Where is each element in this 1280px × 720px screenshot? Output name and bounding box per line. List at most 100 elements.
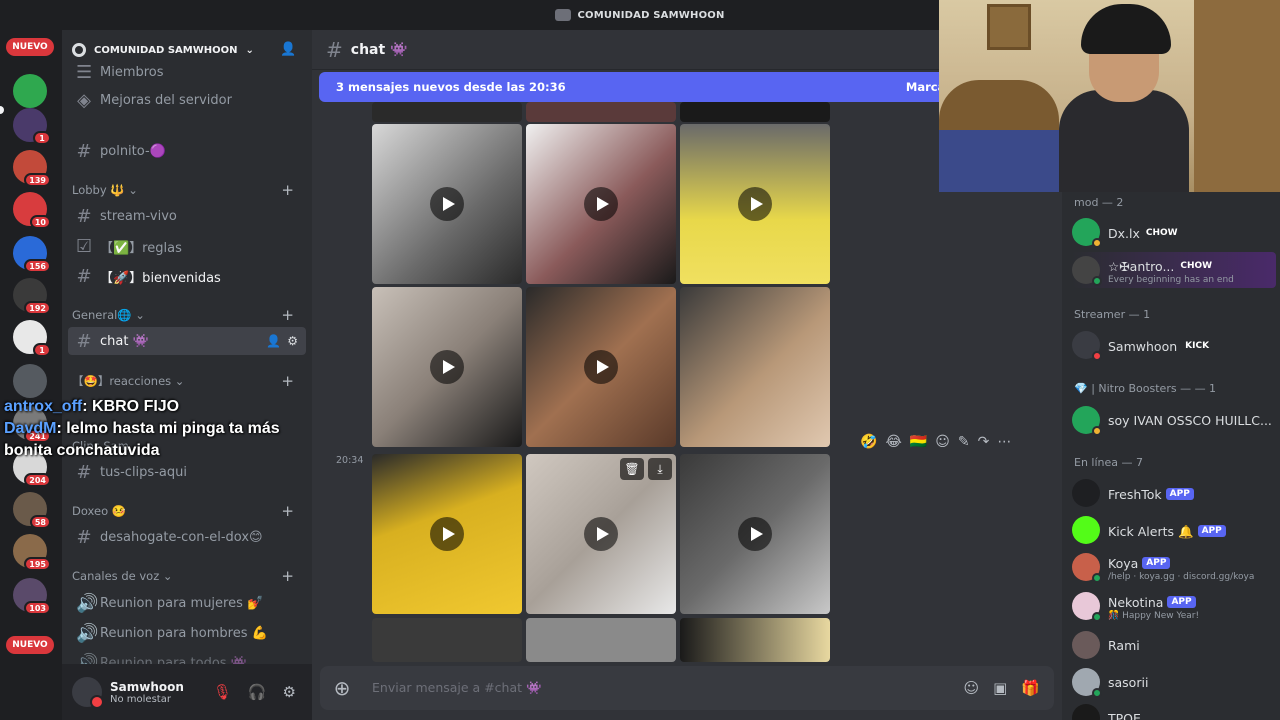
play-icon[interactable] (584, 517, 618, 551)
add-channel-icon[interactable]: + (281, 181, 294, 199)
delete-icon[interactable]: 🗑 (620, 458, 644, 480)
play-icon[interactable] (430, 517, 464, 551)
play-icon[interactable] (430, 187, 464, 221)
server-icon[interactable]: 139 (13, 150, 51, 187)
user-info[interactable]: Samwhoon No molestar (110, 680, 184, 705)
gear-icon[interactable]: ⚙ (287, 334, 298, 348)
hash-icon: # (76, 265, 92, 287)
channel-desahogate[interactable]: # desahogate-con-el-dox😊 (68, 523, 306, 551)
new-messages-bar[interactable]: 3 mensajes nuevos desde las 20:36 Marcar (319, 72, 959, 102)
category-lobby[interactable]: Lobby 🔱 ⌄ + (72, 180, 304, 200)
play-icon[interactable] (584, 350, 618, 384)
emoji-icon[interactable]: ☺ (963, 679, 979, 697)
video-attachment[interactable] (680, 287, 830, 447)
server-icon[interactable]: 156 (13, 236, 51, 273)
video-attachment[interactable] (526, 618, 676, 662)
reaction-laugh-icon[interactable]: 🤣 (860, 434, 877, 450)
video-attachment[interactable] (372, 124, 522, 284)
member-kick-alerts[interactable]: Kick Alerts 🔔 APP (1072, 512, 1276, 548)
reaction-joy-icon[interactable]: 😂 (885, 434, 901, 450)
category-label: 【🤩】reacciones (72, 374, 172, 388)
server-icon[interactable]: 1 (13, 108, 51, 145)
video-attachment[interactable] (526, 287, 676, 447)
member-antro[interactable]: ☆✠antro... CHOW Every beginning has an end (1072, 252, 1276, 288)
forward-icon[interactable]: ↷ (978, 434, 990, 450)
add-channel-icon[interactable]: + (281, 567, 294, 585)
add-member-icon[interactable]: 👤 (280, 42, 296, 58)
edit-icon[interactable]: ✎ (958, 434, 970, 450)
channel-members[interactable]: ☰ Miembros (68, 58, 306, 86)
server-icon[interactable]: 58 (13, 492, 51, 529)
play-icon[interactable] (738, 517, 772, 551)
add-reaction-icon[interactable]: ☺ (935, 434, 950, 450)
add-attachment-icon[interactable]: ⊕ (320, 676, 364, 700)
kick-tag: KICK (1185, 341, 1210, 351)
message-input[interactable]: Enviar mensaje a #chat 👾 (372, 680, 542, 696)
video-attachment[interactable] (372, 454, 522, 614)
server-icon[interactable] (13, 74, 47, 108)
add-channel-icon[interactable]: + (281, 306, 294, 324)
server-icon[interactable]: 103 (13, 578, 51, 615)
play-icon[interactable] (430, 350, 464, 384)
member-dxlx[interactable]: Dx.lx CHOW (1072, 214, 1276, 250)
add-channel-icon[interactable]: + (281, 502, 294, 520)
new-badge-bottom[interactable]: NUEVO (6, 636, 54, 654)
gift-icon[interactable]: 🎁 (1021, 679, 1040, 697)
play-icon[interactable] (738, 187, 772, 221)
channel-server-boosts[interactable]: ◈ Mejoras del servidor (68, 86, 306, 114)
member-freshtok[interactable]: FreshTok APP (1072, 475, 1276, 511)
avatar[interactable] (72, 677, 104, 709)
more-icon[interactable]: ⋯ (997, 434, 1011, 450)
member-sasorii[interactable]: sasorii (1072, 664, 1276, 700)
video-attachment[interactable] (372, 287, 522, 447)
status-dot (1092, 351, 1102, 361)
channel-tus-clips[interactable]: # tus-clips-aqui (68, 458, 306, 486)
reaction-flag-icon[interactable]: 🇧🇴 (910, 434, 927, 450)
video-attachment[interactable] (372, 618, 522, 662)
status-dot (1092, 238, 1102, 248)
channel-chat[interactable]: # chat 👾 👤 ⚙ (68, 327, 306, 355)
server-icon[interactable]: 10 (13, 192, 51, 229)
category-label: Doxeo 🤒 (72, 504, 127, 518)
video-attachment[interactable] (680, 454, 830, 614)
member-rami[interactable]: Rami (1072, 627, 1276, 663)
channel-polnito[interactable]: # polnito-🟣 (68, 137, 306, 165)
member-tpoe[interactable]: TPOE (1072, 700, 1276, 720)
new-badge-top[interactable]: NUEVO (6, 38, 54, 56)
play-icon[interactable] (584, 187, 618, 221)
video-attachment[interactable] (680, 102, 830, 122)
video-attachment[interactable] (526, 102, 676, 122)
channel-stream-vivo[interactable]: # stream-vivo (68, 202, 306, 230)
category-reacciones[interactable]: 【🤩】reacciones ⌄ + (72, 371, 304, 391)
category-general[interactable]: General🌐 ⌄ + (72, 305, 304, 325)
mic-muted-icon[interactable]: 🎙 (213, 683, 232, 701)
video-attachment[interactable] (680, 618, 830, 662)
category-voice[interactable]: Canales de voz ⌄ + (72, 566, 304, 586)
voice-channel-hombres[interactable]: 🔊 Reunion para hombres 💪 (68, 619, 306, 647)
member-nekotina[interactable]: Nekotina APP 🎊 Happy New Year! (1072, 588, 1276, 624)
add-channel-icon[interactable]: + (281, 372, 294, 390)
invite-icon[interactable]: 👤 (266, 334, 281, 348)
video-attachment[interactable] (372, 102, 522, 122)
sticker-icon[interactable]: ▣ (993, 679, 1007, 697)
channel-reglas[interactable]: ☑ 【✅】reglas (68, 232, 306, 260)
voice-channel-mujeres[interactable]: 🔊 Reunion para mujeres 💅 (68, 589, 306, 617)
video-attachment[interactable]: 🗑 ⤓ (526, 454, 676, 614)
mention-badge: 103 (24, 601, 51, 615)
message-composer: ⊕ Enviar mensaje a #chat 👾 ☺ ▣ 🎁 (320, 666, 1054, 710)
server-icon[interactable]: 192 (13, 278, 51, 315)
video-attachment[interactable] (526, 124, 676, 284)
member-samwhoon[interactable]: Samwhoon KICK (1072, 327, 1276, 363)
channel-bienvenidas[interactable]: # 【🚀】bienvenidas (68, 262, 306, 290)
gear-icon[interactable]: ⚙ (283, 683, 296, 701)
member-ivan[interactable]: soy IVAN OSSCO HUILLC... (1072, 402, 1276, 438)
headphones-icon[interactable]: 🎧 (248, 683, 267, 701)
category-doxeo[interactable]: Doxeo 🤒 + (72, 501, 304, 521)
status-dot (1092, 573, 1102, 583)
member-koya[interactable]: Koya APP/help · koya.gg · discord.gg/koya (1072, 549, 1276, 585)
server-icon[interactable]: 1 (13, 320, 51, 357)
video-attachment[interactable] (680, 124, 830, 284)
download-icon[interactable]: ⤓ (648, 458, 672, 480)
server-icon[interactable]: 195 (13, 534, 51, 571)
server-icon[interactable] (13, 364, 47, 398)
